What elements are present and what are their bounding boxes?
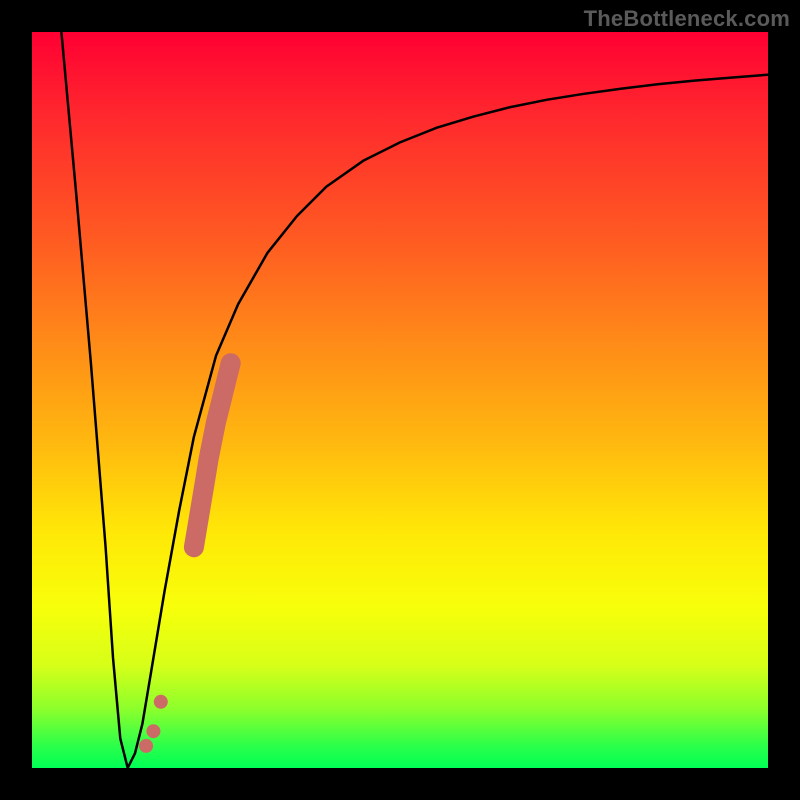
highlight-band [194, 363, 231, 547]
chart-svg [32, 32, 768, 768]
highlight-dot [146, 724, 160, 738]
plot-area [32, 32, 768, 768]
chart-frame: TheBottleneck.com [0, 0, 800, 800]
highlight-dot [154, 695, 168, 709]
scatter-layer [139, 363, 231, 753]
bottleneck-curve [61, 32, 768, 768]
highlight-dot [139, 739, 153, 753]
watermark-text: TheBottleneck.com [584, 6, 790, 32]
